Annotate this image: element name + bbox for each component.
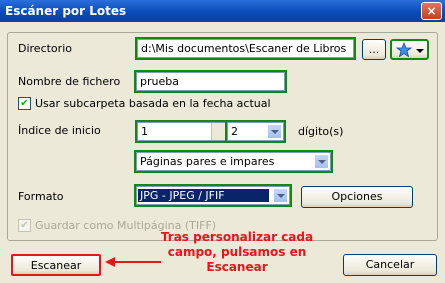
subcarpeta-label: Usar subcarpeta basada en la fecha actua…	[35, 97, 271, 110]
multipagina-checkbox: ✔	[18, 219, 31, 232]
batch-scanner-window: Escáner por Lotes × Directorio d:\Mis do…	[0, 0, 445, 283]
indice-label: Índice de inicio	[18, 124, 101, 137]
directorio-label: Directorio	[18, 42, 72, 55]
directorio-field[interactable]: d:\Mis documentos\Escaner de Libros	[135, 37, 356, 60]
annotation-arrow-icon	[105, 257, 161, 267]
nombre-label: Nombre de fichero	[18, 75, 121, 88]
escanear-button[interactable]: Escanear	[11, 254, 101, 276]
chevron-down-icon	[314, 154, 329, 169]
cancelar-button[interactable]: Cancelar	[343, 254, 437, 276]
formato-value: JPG - JPEG / JFIF	[138, 189, 269, 202]
subcarpeta-checkbox[interactable]: ✔	[18, 97, 31, 110]
window-title: Escáner por Lotes	[5, 4, 127, 18]
paginas-dropdown[interactable]: Páginas pares e impares	[134, 150, 333, 173]
annotation-text: Tras personalizar cada campo, pulsamos e…	[160, 230, 314, 274]
dropdown-arrow-icon	[416, 49, 424, 53]
digitos-dropdown[interactable]: 2	[225, 120, 286, 143]
digitos-label: dígito(s)	[298, 125, 344, 138]
formato-dropdown[interactable]: JPG - JPEG / JFIF	[134, 184, 292, 207]
digitos-value: 2	[231, 125, 238, 138]
chevron-down-icon	[267, 124, 282, 139]
favorites-dropdown[interactable]	[390, 39, 429, 60]
indice-spinner[interactable]	[211, 123, 225, 140]
chevron-down-icon	[273, 188, 288, 203]
nombre-field[interactable]: prueba	[134, 70, 287, 93]
close-button[interactable]: ×	[421, 2, 442, 20]
paginas-value: Páginas pares e impares	[140, 155, 275, 168]
formato-label: Formato	[18, 190, 64, 203]
star-icon	[396, 42, 412, 58]
opciones-button[interactable]: Opciones	[301, 186, 413, 208]
browse-button[interactable]: ...	[362, 39, 386, 60]
title-bar: Escáner por Lotes ×	[0, 0, 445, 22]
